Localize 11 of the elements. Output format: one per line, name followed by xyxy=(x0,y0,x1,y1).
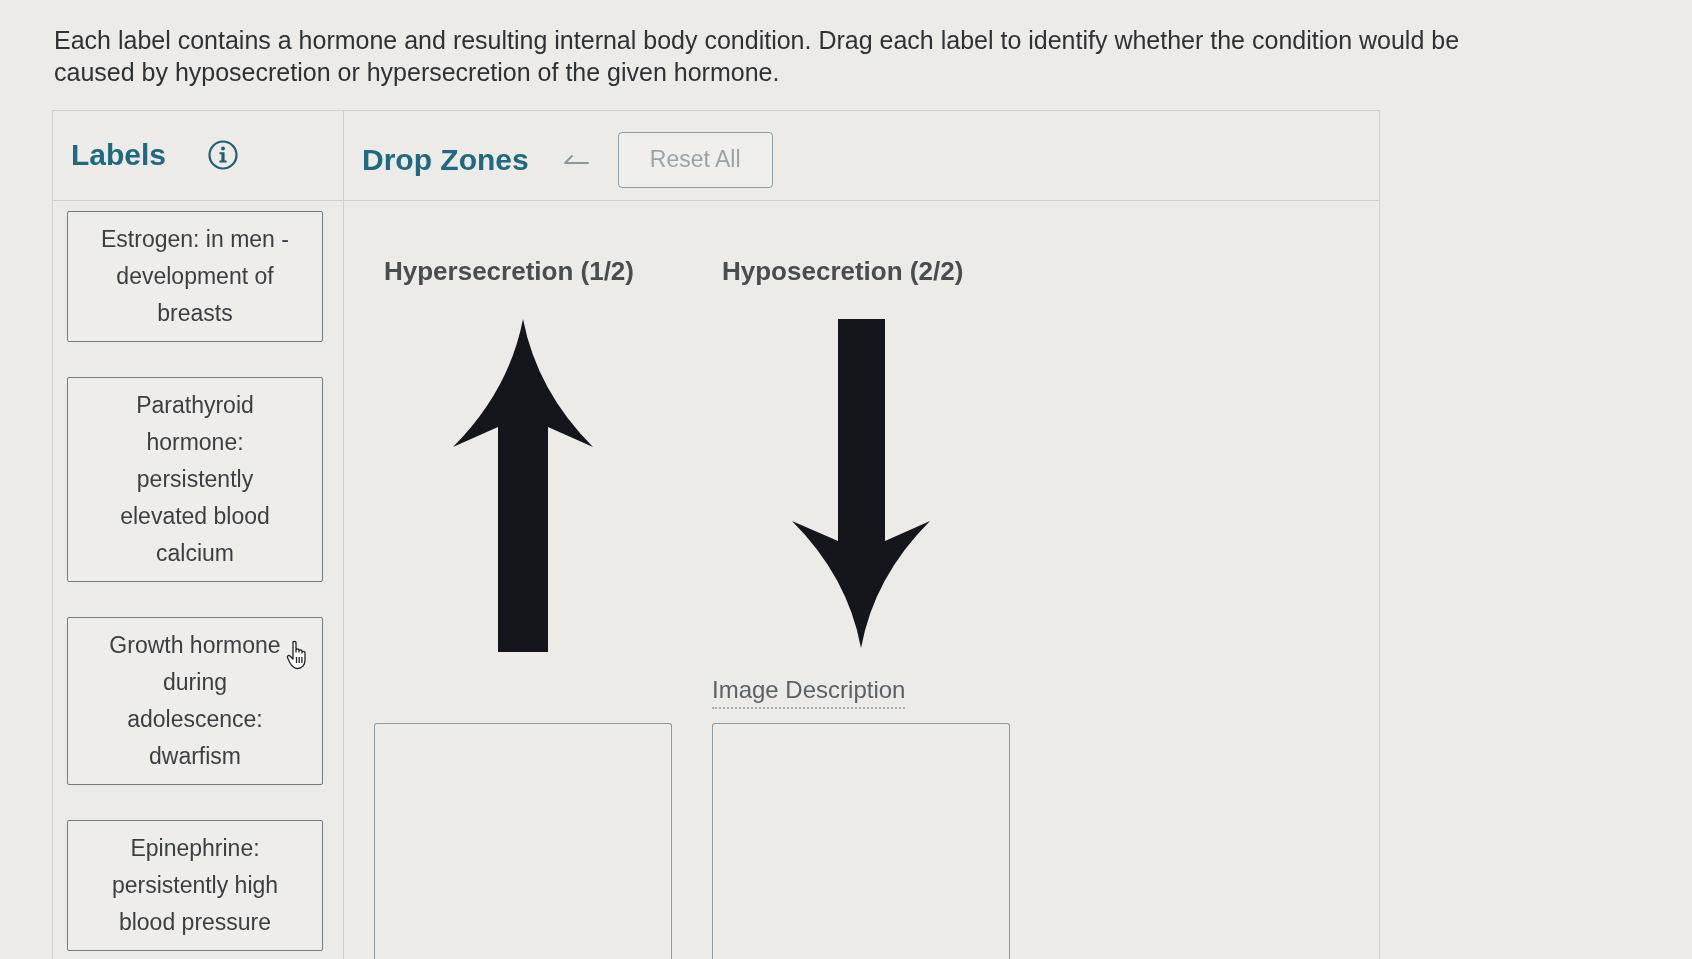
drop-zones-title: Drop Zones xyxy=(362,142,529,177)
draggable-label[interactable]: Estrogen: in men - development of breasts xyxy=(67,211,323,342)
zone-heading: Hyposecretion (2/2) xyxy=(721,255,965,287)
labels-title: Labels xyxy=(71,137,167,172)
draggable-label[interactable]: Epinephrine: persistently high blood pressure xyxy=(67,820,323,951)
instructions-text: Each label contains a hormone and resulting internal body condition. Drag each label to identify whether the condition would be caused by hyposecretion or hypersecretion of the given hormone. xyxy=(54,25,1461,88)
draggable-label[interactable]: Parathyroid hormone: persistently elevated blood calcium xyxy=(67,377,323,582)
zone-heading: Hypersecretion (1/2) xyxy=(383,255,635,287)
image-description-link[interactable]: Image Description xyxy=(712,676,906,709)
info-icon[interactable] xyxy=(208,139,239,170)
draggable-label[interactable]: Growth hormone during adolescence: dwarfism xyxy=(67,617,323,785)
